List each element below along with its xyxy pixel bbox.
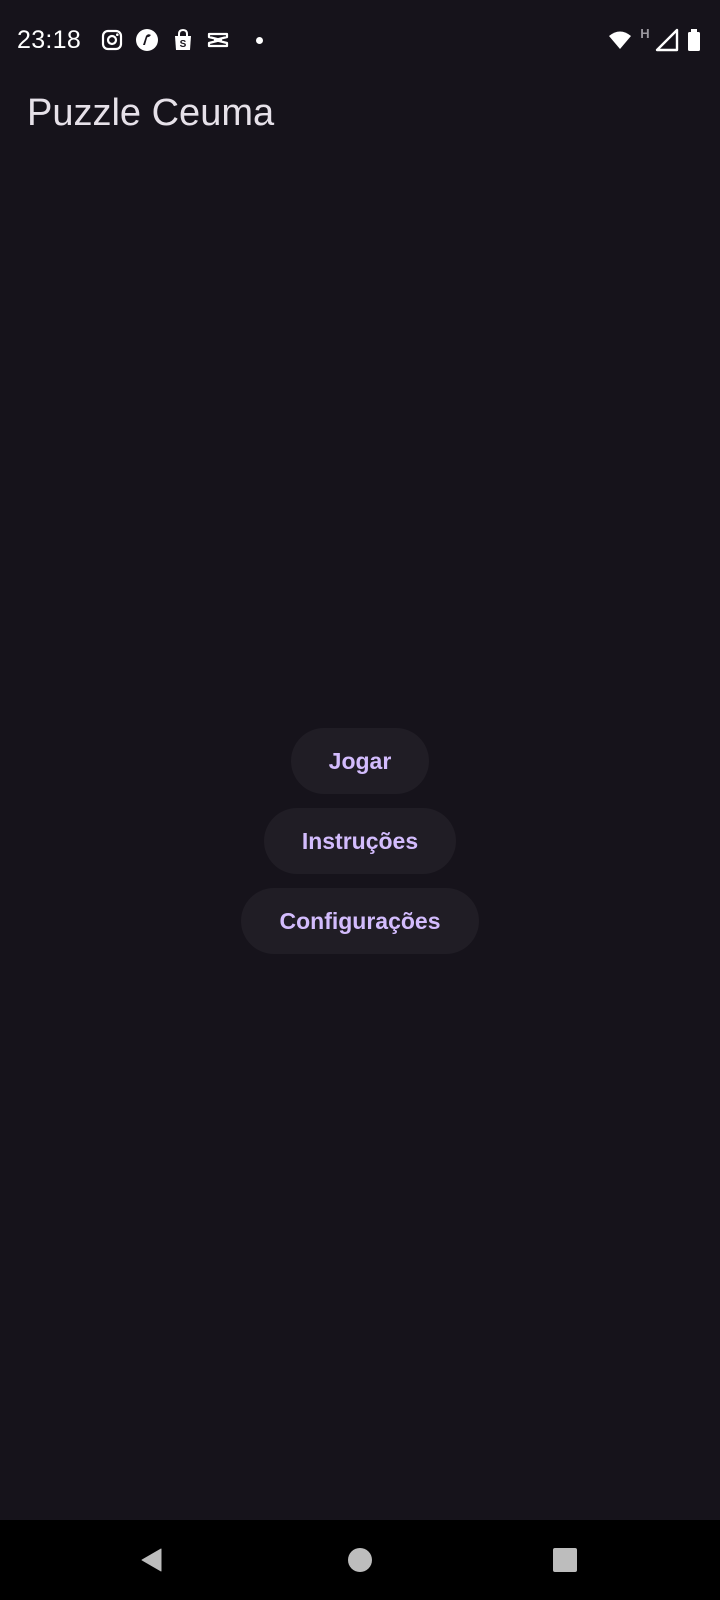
recents-icon[interactable] <box>545 1540 585 1580</box>
page-title: Puzzle Ceuma <box>27 92 275 134</box>
battery-icon <box>686 28 702 52</box>
reddit-like-app-icon <box>135 28 159 52</box>
settings-button[interactable]: Configurações <box>241 888 479 954</box>
home-icon[interactable] <box>340 1540 380 1580</box>
status-time: 23:18 <box>17 26 82 54</box>
main-menu: Jogar Instruções Configurações <box>0 728 720 954</box>
back-icon[interactable] <box>132 1540 172 1580</box>
instagram-icon <box>100 28 124 52</box>
svg-text:H: H <box>640 26 649 40</box>
play-button[interactable]: Jogar <box>290 728 430 794</box>
status-bar: 23:18 S H <box>0 0 720 82</box>
svg-text:S: S <box>180 39 187 50</box>
wifi-icon <box>607 28 633 52</box>
navigation-bar <box>0 1520 720 1600</box>
screen: 23:18 S H Puzzle Ceuma Jogar Instruções … <box>0 0 720 1600</box>
capcut-icon <box>206 28 230 52</box>
instructions-button[interactable]: Instruções <box>263 808 457 874</box>
cellular-signal-icon <box>655 28 679 52</box>
network-type-h-icon: H <box>639 26 651 40</box>
shopping-bag-icon: S <box>171 28 195 52</box>
more-notifications-dot <box>256 37 263 44</box>
